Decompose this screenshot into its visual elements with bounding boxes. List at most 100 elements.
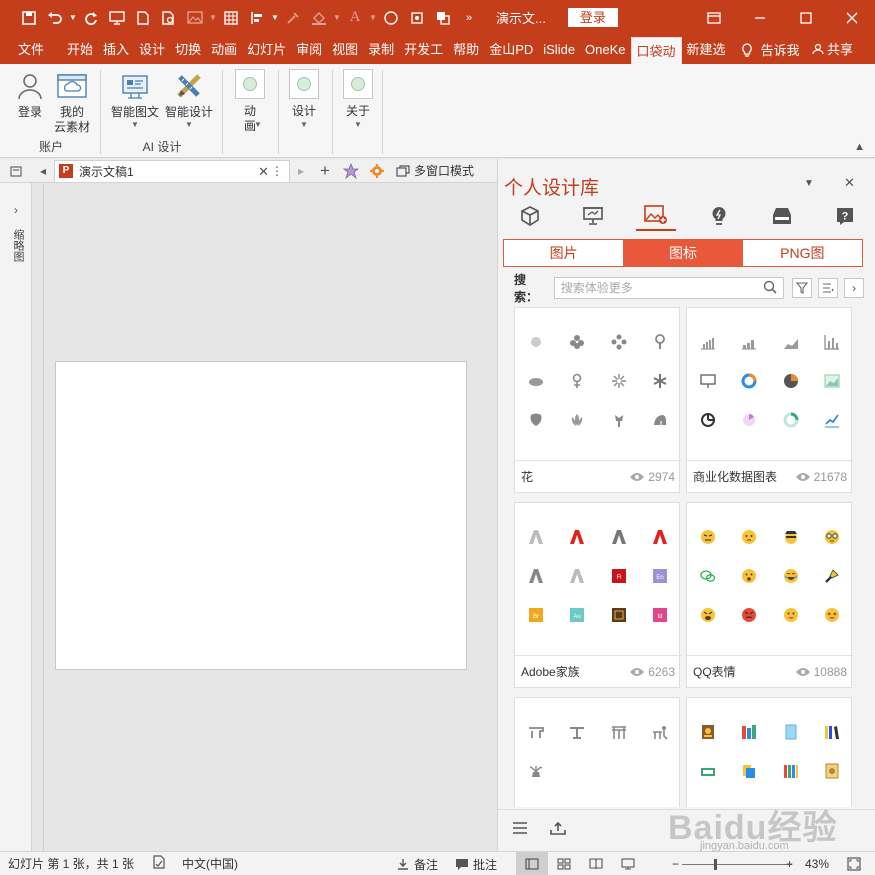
chevron-down-icon[interactable]: ▼ [332, 0, 342, 35]
about-menu-button[interactable]: 关于 ▼ [342, 69, 374, 131]
tab-review[interactable]: 审阅 [291, 35, 327, 64]
tell-me[interactable]: 告诉我 [741, 40, 800, 59]
share-button[interactable]: 共享 [812, 35, 853, 64]
tab-record[interactable]: 录制 [363, 35, 399, 64]
icon-set-card-business-charts[interactable]: 商业化数据图表 21678 [686, 307, 853, 493]
tab-animations[interactable]: 动画 [206, 35, 242, 64]
tab-design[interactable]: 设计 [134, 35, 170, 64]
design-menu-button[interactable]: 设计 ▼ [288, 69, 320, 131]
tab-list-icon[interactable] [0, 159, 32, 183]
upload-icon[interactable] [550, 821, 566, 838]
undo-icon[interactable] [42, 0, 68, 35]
tab-help[interactable]: 帮助 [448, 35, 484, 64]
smart-design-button[interactable]: 智能设计 ▼ [162, 70, 216, 130]
more-options-icon[interactable]: ⋮ [271, 164, 283, 178]
menu-icon[interactable] [512, 821, 528, 838]
multi-window-mode-button[interactable]: 多窗口模式 [396, 162, 474, 179]
chevron-down-icon[interactable]: ▼ [368, 0, 378, 35]
tab-slideshow[interactable]: 幻灯片 [242, 35, 291, 64]
save-icon[interactable] [16, 0, 42, 35]
icon-set-card-flowers[interactable]: 花 2974 [514, 307, 681, 493]
zoom-slider[interactable] [682, 852, 792, 875]
tab-transitions[interactable]: 切换 [170, 35, 206, 64]
my-cloud-assets-button[interactable]: 我的 云素材 [52, 70, 92, 135]
image-icon[interactable] [182, 0, 208, 35]
bring-forward-icon[interactable] [430, 0, 456, 35]
tab-developer[interactable]: 开发工 [399, 35, 448, 64]
segment-png[interactable]: PNG图 [743, 240, 862, 266]
print-preview-icon[interactable] [156, 0, 182, 35]
more-commands-icon[interactable]: » [456, 0, 482, 35]
tab-view[interactable]: 视图 [327, 35, 363, 64]
icon-set-card-furniture[interactable] [514, 697, 680, 807]
fit-to-window-icon[interactable] [847, 852, 861, 875]
grid-icon[interactable] [218, 0, 244, 35]
search-input[interactable]: 搜索体验更多 [553, 277, 785, 300]
magic-star-icon[interactable] [338, 159, 364, 183]
fill-color-icon[interactable] [306, 0, 332, 35]
storage-box-icon[interactable] [762, 201, 802, 231]
ribbon-display-options-icon[interactable] [691, 0, 737, 35]
font-color-icon[interactable]: A [342, 0, 368, 35]
tab-insert[interactable]: 插入 [98, 35, 134, 64]
slideshow-icon[interactable] [104, 0, 130, 35]
new-tab-icon[interactable]: + [312, 159, 338, 183]
chevron-down-icon[interactable]: ▼ [270, 0, 280, 35]
circle-shape-icon[interactable] [378, 0, 404, 35]
search-icon[interactable] [763, 280, 777, 300]
presentation-icon[interactable] [573, 201, 613, 231]
icon-set-card-adobe[interactable]: Fl En Br Au Id Adobe家族 6263 [514, 502, 681, 688]
comments-button[interactable]: 批注 [455, 852, 497, 875]
language-status[interactable]: 中文(中国) [182, 855, 238, 872]
icon-set-card-books[interactable] [686, 697, 852, 807]
close-tab-icon[interactable]: ✕ [258, 164, 269, 180]
collapse-ribbon-icon[interactable]: ▲ [854, 141, 865, 153]
new-document-icon[interactable] [130, 0, 156, 35]
scroll-left-icon[interactable]: ◂ [32, 159, 54, 183]
zoom-out-button[interactable]: − [672, 852, 679, 875]
slideshow-view-icon[interactable] [612, 852, 644, 875]
icon-set-card-qq-emoji[interactable]: QQ表情 10888 [686, 502, 853, 688]
eyedropper-icon[interactable] [280, 0, 306, 35]
tab-onekey[interactable]: OneKe [580, 35, 630, 64]
slide-1[interactable] [55, 361, 467, 670]
smart-graphic-button[interactable]: 智能图文 ▼ [108, 70, 162, 130]
document-tab[interactable]: P 演示文稿1 ✕ ⋮ [54, 159, 290, 182]
next-page-icon[interactable]: › [844, 278, 865, 298]
close-icon[interactable] [829, 0, 875, 35]
help-question-icon[interactable]: ? [825, 201, 865, 231]
reading-view-icon[interactable] [580, 852, 612, 875]
segment-icons[interactable]: 图标 [623, 240, 743, 266]
chevron-down-icon[interactable]: ▼ [68, 0, 78, 35]
tab-kingsoft-pdf[interactable]: 金山PD [484, 35, 538, 64]
tab-pocket-animation[interactable]: 口袋动 [630, 37, 682, 64]
align-icon[interactable] [244, 0, 270, 35]
tab-file[interactable]: 文件 [0, 35, 62, 64]
notes-button[interactable]: 备注 [396, 852, 438, 875]
image-add-icon[interactable] [635, 201, 676, 231]
tab-home[interactable]: 开始 [62, 35, 98, 64]
tab-islide[interactable]: iSlide [538, 35, 580, 64]
minimize-icon[interactable] [737, 0, 783, 35]
tab-new-selection[interactable]: 新建选 [682, 35, 731, 64]
slide-sorter-view-icon[interactable] [548, 852, 580, 875]
close-panel-icon[interactable]: ✕ [844, 175, 855, 191]
cube-icon[interactable] [510, 201, 550, 231]
maximize-icon[interactable] [783, 0, 829, 35]
expand-thumbnails-icon[interactable]: › [14, 203, 18, 217]
spell-check-icon[interactable] [152, 855, 166, 872]
lightbulb-icon[interactable] [699, 201, 739, 231]
normal-view-icon[interactable] [516, 852, 548, 875]
filter-icon[interactable] [792, 278, 813, 298]
scroll-right-icon[interactable]: ▸ [290, 159, 312, 183]
chevron-down-icon[interactable]: ▼ [208, 0, 218, 35]
zoom-level[interactable]: 43% [805, 852, 829, 875]
redo-icon[interactable] [78, 0, 104, 35]
sort-list-icon[interactable] [818, 278, 839, 298]
panel-options-icon[interactable]: ▼ [804, 178, 814, 189]
login-button[interactable]: 登录 [567, 8, 618, 27]
zoom-handle[interactable] [714, 858, 717, 870]
zoom-in-button[interactable]: + [786, 852, 793, 875]
segment-images[interactable]: 图片 [504, 240, 623, 266]
login-ribbon-button[interactable]: 登录 [10, 70, 50, 120]
